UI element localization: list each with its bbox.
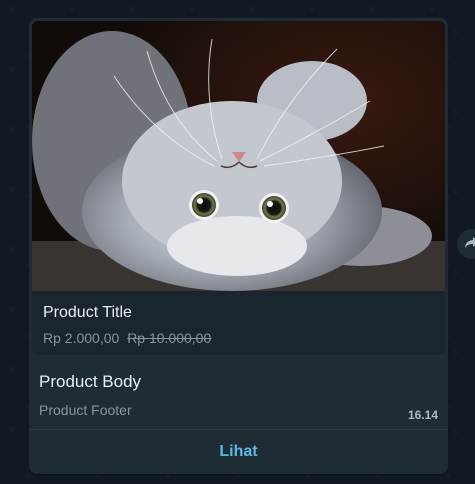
message-bubble[interactable]: Product Title Rp 2.000,00 Rp 10.000,00 P…: [29, 18, 448, 474]
message-footer: Product Footer: [39, 402, 132, 418]
message-timestamp: 16.14: [407, 408, 438, 422]
message-body: Product Body: [39, 372, 142, 391]
chat-background: Product Title Rp 2.000,00 Rp 10.000,00 P…: [0, 0, 475, 484]
product-title: Product Title: [43, 304, 132, 321]
price-row: Rp 2.000,00 Rp 10.000,00: [43, 330, 211, 346]
product-card[interactable]: Product Title Rp 2.000,00 Rp 10.000,00: [32, 21, 445, 355]
view-button[interactable]: Lihat: [29, 430, 448, 474]
product-price: Rp 2.000,00: [43, 330, 120, 346]
product-original-price: Rp 10.000,00: [127, 330, 212, 346]
product-image[interactable]: [32, 21, 445, 291]
forward-button[interactable]: [457, 229, 475, 259]
forward-icon: [464, 234, 475, 255]
